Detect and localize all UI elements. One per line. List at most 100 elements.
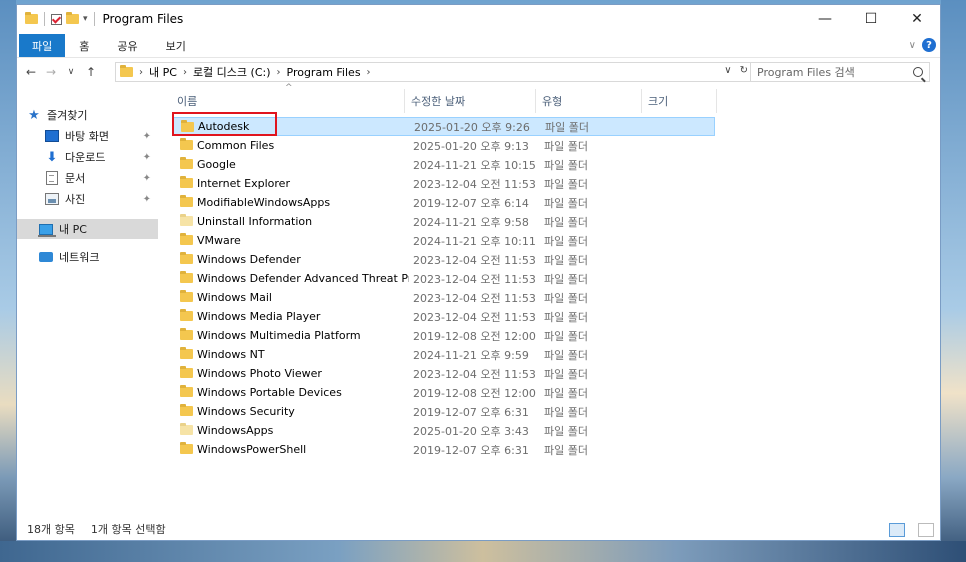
title-bar[interactable]: ▾ Program Files — ☐ ✕ bbox=[17, 5, 940, 33]
nav-quick-access[interactable]: ★ 즐겨찾기 bbox=[27, 105, 167, 125]
customize-toolbar-icon[interactable]: ▾ bbox=[83, 14, 88, 24]
nav-pictures[interactable]: 사진 ✦ bbox=[45, 189, 157, 209]
file-date: 2019-12-07 오후 6:31 bbox=[413, 405, 529, 419]
file-row[interactable]: Windows Mail 2023-12-04 오전 11:53 파일 폴더 bbox=[172, 288, 715, 307]
breadcrumb-separator-icon[interactable]: › bbox=[367, 67, 371, 78]
file-row[interactable]: Windows Defender Advanced Threat Pr... 20… bbox=[172, 269, 715, 288]
file-row[interactable]: Windows Multimedia Platform 2019-12-08 오전… bbox=[172, 326, 715, 345]
file-name: Uninstall Information bbox=[197, 215, 313, 228]
file-type: 파일 폴더 bbox=[544, 177, 588, 191]
file-list: Autodesk 2025-01-20 오후 9:26 파일 폴더 Common Fi… bbox=[172, 117, 732, 459]
window-controls: — ☐ ✕ bbox=[802, 5, 940, 33]
nav-downloads[interactable]: ⬇ 다운로드 ✦ bbox=[45, 147, 157, 167]
nav-label: 사진 bbox=[65, 193, 86, 206]
folder-icon bbox=[180, 271, 193, 283]
window-title: Program Files bbox=[102, 12, 184, 26]
folder-icon bbox=[180, 385, 193, 397]
file-row[interactable]: Uninstall Information 2024-11-21 오후 9:58 파… bbox=[172, 212, 715, 231]
file-row[interactable]: Windows Media Player 2023-12-04 오전 11:53 파… bbox=[172, 307, 715, 326]
status-bar: 18개 항목 1개 항목 선택함 bbox=[17, 518, 940, 540]
forward-icon[interactable]: → bbox=[41, 65, 61, 79]
selection-count: 1개 항목 선택함 bbox=[90, 523, 166, 536]
column-header-type[interactable]: 유형 bbox=[536, 89, 642, 113]
file-name: Windows Photo Viewer bbox=[197, 367, 322, 380]
address-bar[interactable]: › 내 PC › 로컬 디스크 (C:) › Program Files › ∨… bbox=[115, 62, 751, 82]
item-count: 18개 항목 bbox=[27, 523, 75, 536]
file-name: Google bbox=[197, 158, 236, 171]
file-date: 2023-12-04 오전 11:53 bbox=[413, 310, 536, 324]
large-icons-view-icon[interactable] bbox=[918, 523, 934, 537]
breadcrumb-separator-icon[interactable]: › bbox=[139, 67, 143, 78]
maximize-button[interactable]: ☐ bbox=[848, 5, 894, 33]
file-row[interactable]: Common Files 2025-01-20 오후 9:13 파일 폴더 bbox=[172, 136, 715, 155]
breadcrumb-separator-icon[interactable]: › bbox=[183, 67, 187, 78]
folder-icon bbox=[180, 252, 193, 264]
tab-home[interactable]: 홈 bbox=[65, 34, 103, 57]
nav-this-pc[interactable]: 내 PC bbox=[17, 219, 158, 239]
new-folder-icon[interactable] bbox=[66, 12, 79, 24]
navigation-pane: ★ 즐겨찾기 바탕 화면 ✦ ⬇ 다운로드 ✦ 문서 ✦ 사진 ✦ 내 PC 네… bbox=[17, 87, 165, 517]
search-icon[interactable] bbox=[913, 67, 923, 77]
file-row[interactable]: Windows Defender 2023-12-04 오전 11:53 파일 폴더 bbox=[172, 250, 715, 269]
breadcrumb-separator-icon[interactable]: › bbox=[277, 67, 281, 78]
toolbar-divider bbox=[44, 12, 45, 26]
help-icon[interactable]: ? bbox=[922, 38, 936, 52]
breadcrumb-local-disk[interactable]: 로컬 디스크 (C:) bbox=[193, 64, 271, 80]
back-icon[interactable]: ← bbox=[21, 65, 41, 79]
tab-share[interactable]: 공유 bbox=[103, 34, 151, 57]
toolbar-divider bbox=[93, 12, 95, 26]
file-date: 2019-12-08 오전 12:00 bbox=[413, 386, 536, 400]
file-row[interactable]: WindowsPowerShell 2019-12-07 오후 6:31 파일 폴더 bbox=[172, 440, 715, 459]
properties-icon[interactable] bbox=[51, 13, 62, 25]
breadcrumb-this-pc[interactable]: 내 PC bbox=[149, 64, 177, 80]
nav-label: 문서 bbox=[65, 172, 86, 185]
file-row[interactable]: ModifiableWindowsApps 2019-12-07 오후 6:14 파… bbox=[172, 193, 715, 212]
folder-icon bbox=[180, 176, 193, 188]
file-date: 2019-12-08 오전 12:00 bbox=[413, 329, 536, 343]
explorer-window: ▾ Program Files — ☐ ✕ 파일 홈 공유 보기 ∨ ? ← →… bbox=[16, 4, 941, 541]
minimize-button[interactable]: — bbox=[802, 5, 848, 33]
file-date: 2024-11-21 오후 10:15 bbox=[413, 158, 536, 172]
file-name: Windows Multimedia Platform bbox=[197, 329, 361, 342]
nav-desktop[interactable]: 바탕 화면 ✦ bbox=[45, 126, 157, 146]
search-input[interactable]: Program Files 검색 bbox=[757, 64, 855, 80]
ribbon-right: ∨ ? bbox=[909, 38, 936, 52]
tab-view[interactable]: 보기 bbox=[152, 34, 200, 57]
column-header-size[interactable]: 크기 bbox=[642, 89, 717, 113]
view-buttons bbox=[879, 523, 934, 537]
file-row[interactable]: Google 2024-11-21 오후 10:15 파일 폴더 bbox=[172, 155, 715, 174]
details-view-icon[interactable] bbox=[889, 523, 905, 537]
ribbon-tabs: 파일 홈 공유 보기 ∨ ? bbox=[17, 34, 940, 58]
folder-icon bbox=[180, 195, 193, 207]
column-header-name[interactable]: 이름 bbox=[171, 89, 405, 113]
folder-icon bbox=[180, 404, 193, 416]
tab-file[interactable]: 파일 bbox=[19, 34, 66, 57]
file-type: 파일 폴더 bbox=[544, 291, 588, 305]
file-row[interactable]: Windows Portable Devices 2019-12-08 오전 12… bbox=[172, 383, 715, 402]
expand-ribbon-icon[interactable]: ∨ bbox=[909, 40, 916, 51]
search-box[interactable]: Program Files 검색 bbox=[750, 62, 930, 82]
file-row[interactable]: Windows Photo Viewer 2023-12-04 오전 11:53 파… bbox=[172, 364, 715, 383]
close-button[interactable]: ✕ bbox=[894, 5, 940, 33]
file-name: Windows Portable Devices bbox=[197, 386, 342, 399]
folder-icon bbox=[180, 290, 193, 302]
nav-network[interactable]: 네트워크 bbox=[39, 247, 179, 267]
file-name: Windows Media Player bbox=[197, 310, 321, 323]
file-row[interactable]: WindowsApps 2025-01-20 오후 3:43 파일 폴더 bbox=[172, 421, 715, 440]
breadcrumb-program-files[interactable]: Program Files bbox=[287, 66, 361, 79]
file-row[interactable]: Internet Explorer 2023-12-04 오전 11:53 파일 폴… bbox=[172, 174, 715, 193]
pin-icon: ✦ bbox=[142, 130, 151, 142]
file-row[interactable]: VMware 2024-11-21 오후 10:11 파일 폴더 bbox=[172, 231, 715, 250]
refresh-icon[interactable]: ↻ bbox=[740, 65, 748, 76]
file-type: 파일 폴더 bbox=[544, 196, 588, 210]
column-header-date[interactable]: 수정한 날짜 bbox=[405, 89, 536, 113]
up-icon[interactable]: ↑ bbox=[81, 65, 101, 79]
file-name: Windows NT bbox=[197, 348, 265, 361]
address-dropdown-icon[interactable]: ∨ bbox=[724, 65, 731, 76]
desktop-background-left bbox=[0, 0, 16, 562]
file-row[interactable]: Windows NT 2024-11-21 오후 9:59 파일 폴더 bbox=[172, 345, 715, 364]
pin-icon: ✦ bbox=[142, 151, 151, 163]
file-row[interactable]: Windows Security 2019-12-07 오후 6:31 파일 폴더 bbox=[172, 402, 715, 421]
recent-locations-icon[interactable]: ∨ bbox=[61, 67, 81, 77]
nav-documents[interactable]: 문서 ✦ bbox=[45, 168, 157, 188]
